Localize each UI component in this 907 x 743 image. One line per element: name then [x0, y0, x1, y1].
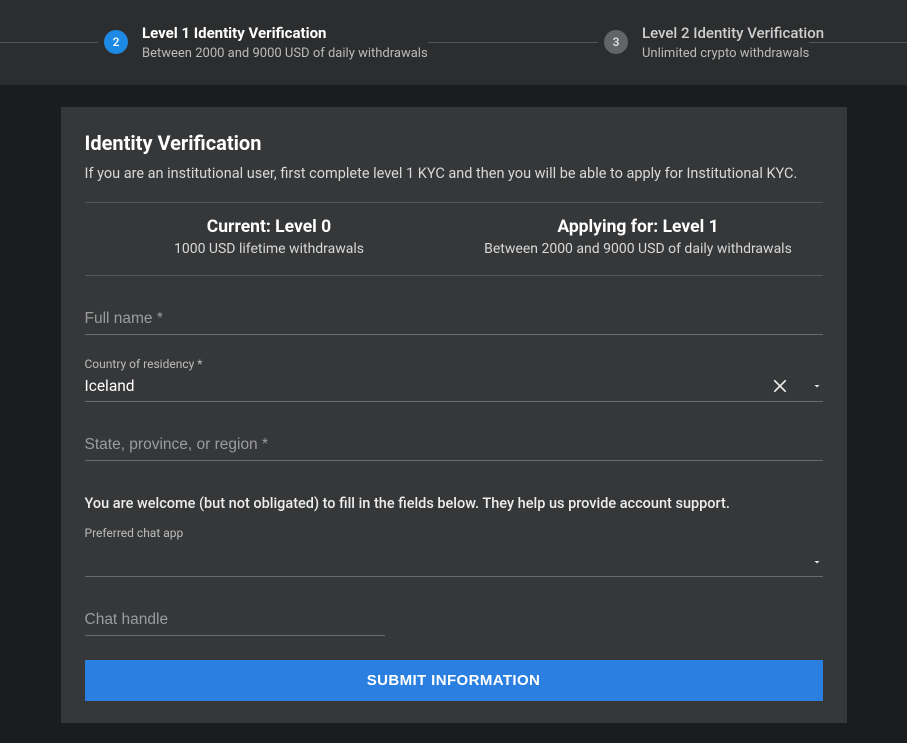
full-name-input[interactable] [85, 304, 823, 335]
chevron-down-icon[interactable] [811, 380, 823, 392]
country-value: Iceland [85, 377, 771, 395]
clear-icon[interactable] [771, 377, 789, 395]
level-current-sub: 1000 USD lifetime withdrawals [85, 241, 454, 257]
verification-stepper: 2 Level 1 Identity Verification Between … [0, 0, 907, 85]
identity-verification-card: Identity Verification If you are an inst… [61, 107, 847, 723]
level-current: Current: Level 0 1000 USD lifetime withd… [85, 217, 454, 257]
card-heading: Identity Verification [85, 131, 823, 155]
chevron-down-icon[interactable] [811, 556, 823, 568]
field-state [85, 430, 823, 461]
step-badge: 2 [104, 30, 128, 54]
country-label: Country of residency * [85, 357, 823, 371]
level-applying-sub: Between 2000 and 9000 USD of daily withd… [454, 241, 823, 257]
level-current-title: Current: Level 0 [85, 217, 454, 237]
submit-button[interactable]: Submit Information [85, 660, 823, 701]
chat-app-label: Preferred chat app [85, 526, 823, 540]
field-full-name [85, 304, 823, 335]
field-chat-handle [85, 605, 385, 636]
optional-fields-note: You are welcome (but not obligated) to f… [85, 495, 823, 512]
level-applying: Applying for: Level 1 Between 2000 and 9… [454, 217, 823, 257]
field-chat-app: Preferred chat app [85, 526, 823, 577]
step-level-1[interactable]: 2 Level 1 Identity Verification Between … [104, 24, 428, 61]
step-title: Level 2 Identity Verification [642, 24, 824, 44]
level-applying-title: Applying for: Level 1 [454, 217, 823, 237]
chat-app-select[interactable] [85, 542, 823, 577]
card-intro: If you are an institutional user, first … [85, 165, 823, 182]
field-country: Country of residency * Iceland [85, 357, 823, 402]
step-title: Level 1 Identity Verification [142, 24, 428, 44]
stepper-divider [428, 42, 598, 43]
chat-handle-input[interactable] [85, 605, 385, 636]
step-level-2[interactable]: 3 Level 2 Identity Verification Unlimite… [604, 24, 824, 61]
step-subtitle: Between 2000 and 9000 USD of daily withd… [142, 46, 428, 61]
stepper-divider [0, 42, 98, 43]
country-select[interactable]: Iceland [85, 373, 823, 402]
step-subtitle: Unlimited crypto withdrawals [642, 46, 824, 61]
step-badge: 3 [604, 30, 628, 54]
level-summary: Current: Level 0 1000 USD lifetime withd… [85, 202, 823, 276]
state-input[interactable] [85, 430, 823, 461]
